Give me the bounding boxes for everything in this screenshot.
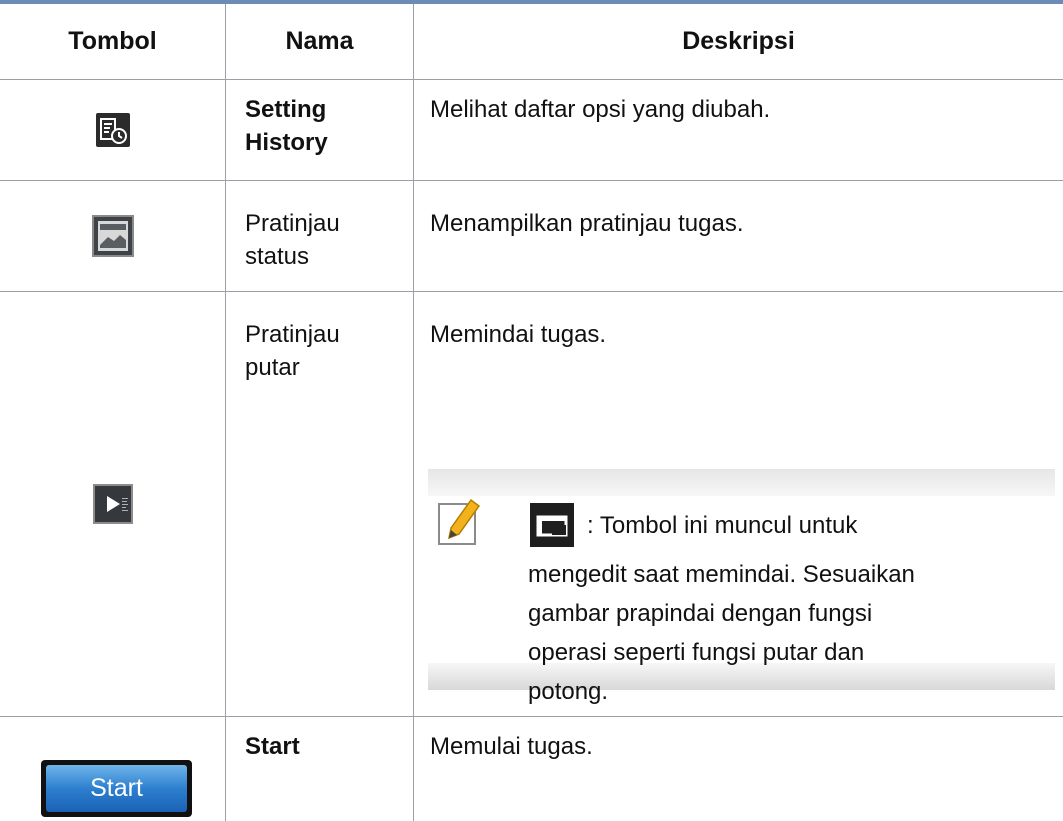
name-line: putar <box>245 354 300 381</box>
description-pratinjau-putar: Memindai tugas. <box>430 321 607 348</box>
table-row <box>0 80 225 180</box>
column-divider <box>225 4 226 821</box>
header-tombol: Tombol <box>68 27 157 55</box>
name-start: Start <box>245 733 300 760</box>
name-setting-history: Setting History <box>245 93 328 159</box>
setting-history-icon <box>95 113 130 147</box>
description-start: Memulai tugas. <box>430 733 593 760</box>
note-line: gambar prapindai dengan fungsi <box>528 600 873 627</box>
note-line: operasi seperti fungsi putar dan <box>528 639 865 666</box>
start-button-label: Start <box>46 765 187 812</box>
note-top-bar <box>428 469 1055 496</box>
table-row <box>0 181 225 291</box>
crop-edit-icon <box>530 503 574 547</box>
preview-status-icon <box>91 215 134 257</box>
header-deskripsi: Deskripsi <box>682 27 795 55</box>
note-body: mengedit saat memindai. Sesuaikan gambar… <box>528 555 915 711</box>
name-pratinjau-status: Pratinjau status <box>245 207 340 273</box>
description-setting-history: Melihat daftar opsi yang diubah. <box>430 96 771 123</box>
row-divider <box>0 716 1063 717</box>
column-divider <box>413 4 414 821</box>
name-line: History <box>245 129 328 156</box>
name-line: status <box>245 243 310 270</box>
table-row <box>0 292 225 716</box>
description-pratinjau-status: Menampilkan pratinjau tugas. <box>430 210 744 237</box>
header-nama: Nama <box>285 27 354 55</box>
note-line: : Tombol ini muncul untuk <box>587 512 858 539</box>
start-button[interactable]: Start <box>41 760 192 817</box>
note-pencil-icon <box>438 498 481 545</box>
name-pratinjau-putar: Pratinjau putar <box>245 318 340 384</box>
name-line: Pratinjau <box>245 210 340 237</box>
preview-play-icon <box>92 484 133 524</box>
name-line: Setting <box>245 96 327 123</box>
note-line: mengedit saat memindai. Sesuaikan <box>528 561 915 588</box>
name-line: Pratinjau <box>245 321 340 348</box>
note-line: potong. <box>528 678 609 705</box>
